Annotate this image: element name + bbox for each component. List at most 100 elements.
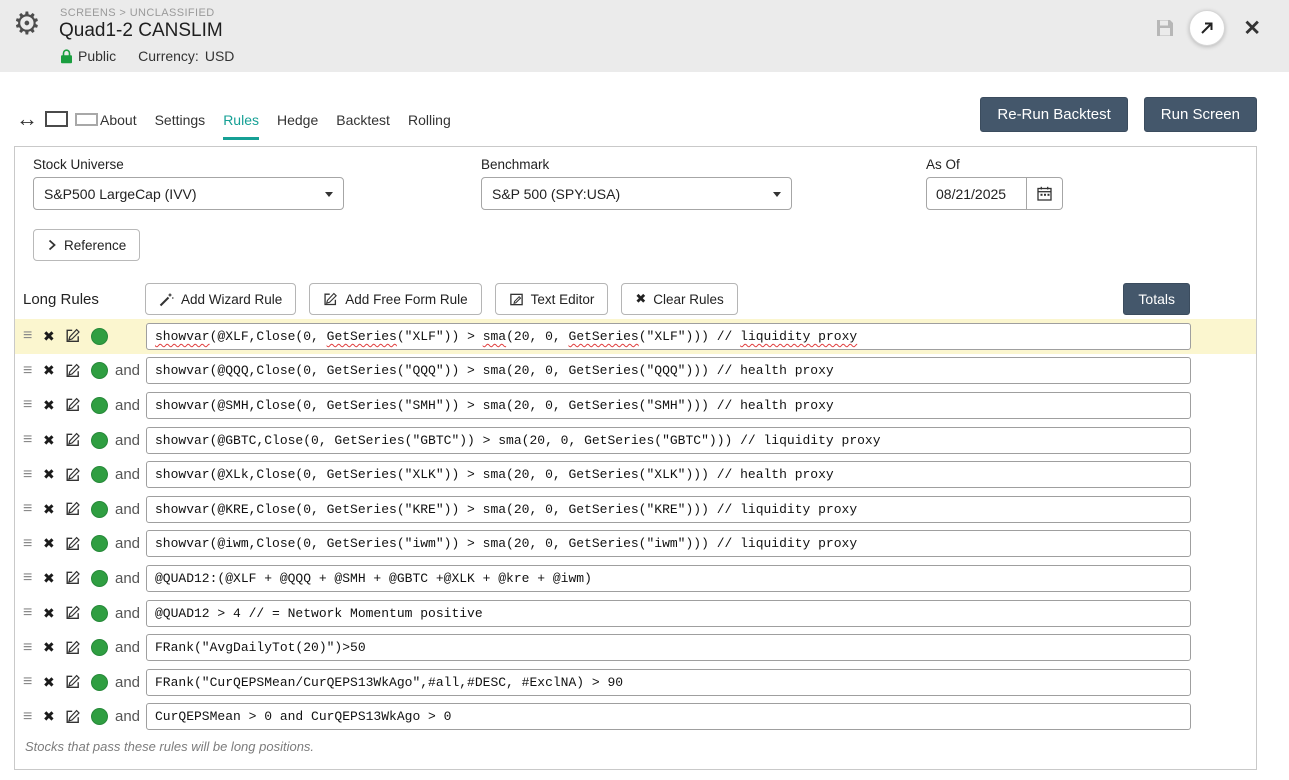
edit-rule-icon[interactable]: [65, 501, 91, 517]
delete-rule-icon[interactable]: ✖: [43, 535, 65, 552]
delete-rule-icon[interactable]: ✖: [43, 362, 65, 379]
delete-rule-icon[interactable]: ✖: [43, 466, 65, 483]
rule-input[interactable]: showvar(@SMH,Close(0, GetSeries("SMH")) …: [146, 391, 1191, 419]
tab-settings[interactable]: Settings: [155, 112, 206, 140]
open-external-button[interactable]: [1189, 10, 1226, 46]
rule-row: ≡ ✖ and @QUAD12 > 4 // = Network Momentum …: [15, 596, 1256, 631]
edit-rule-icon[interactable]: [65, 674, 91, 690]
currency-value: USD: [204, 48, 235, 64]
rule-enabled-toggle[interactable]: [91, 397, 115, 414]
run-screen-button[interactable]: Run Screen: [1143, 97, 1257, 132]
rule-input[interactable]: showvar(@XLF,Close(0, GetSeries("XLF")) …: [146, 322, 1191, 350]
rule-enabled-toggle[interactable]: [91, 362, 115, 379]
save-icon[interactable]: [1155, 18, 1175, 38]
rule-input[interactable]: showvar(@XLk,Close(0, GetSeries("XLK")) …: [146, 461, 1191, 489]
rule-input[interactable]: showvar(@iwm,Close(0, GetSeries("iwm")) …: [146, 530, 1191, 558]
as-of-date-input[interactable]: [926, 177, 1027, 210]
rule-enabled-toggle[interactable]: [91, 674, 115, 691]
calendar-button[interactable]: [1027, 177, 1063, 210]
rule-input[interactable]: @QUAD12 > 4 // = Network Momentum positi…: [146, 599, 1191, 627]
layout-narrow-icon[interactable]: [75, 112, 98, 126]
rerun-backtest-button[interactable]: Re-Run Backtest: [980, 97, 1128, 132]
tab-rolling[interactable]: Rolling: [408, 112, 451, 140]
rule-row: ≡ ✖ showvar(@XLF,Close(0, GetSeries("XLF"…: [15, 319, 1256, 354]
edit-rule-icon[interactable]: [65, 328, 91, 344]
tabs: About Settings Rules Hedge Backtest Rolling: [100, 112, 451, 140]
drag-handle-icon[interactable]: ≡: [23, 500, 43, 518]
delete-rule-icon[interactable]: ✖: [43, 674, 65, 691]
rule-connector-label: and: [115, 396, 141, 414]
lock-icon: [60, 48, 73, 64]
edit-rule-icon[interactable]: [65, 467, 91, 483]
delete-rule-icon[interactable]: ✖: [43, 397, 65, 414]
edit-rule-icon[interactable]: [65, 363, 91, 379]
clear-rules-button[interactable]: ✖ Clear Rules: [621, 283, 738, 315]
rule-row: ≡ ✖ and @QUAD12:(@XLF + @QQQ + @SMH + @GBT…: [15, 561, 1256, 596]
drag-handle-icon[interactable]: ≡: [23, 327, 43, 345]
rule-input[interactable]: CurQEPSMean > 0 and CurQEPS13WkAgo > 0: [146, 703, 1191, 731]
rule-enabled-toggle[interactable]: [91, 466, 115, 483]
rule-enabled-toggle[interactable]: [91, 432, 115, 449]
tab-about[interactable]: About: [100, 112, 137, 140]
delete-rule-icon[interactable]: ✖: [43, 328, 65, 345]
gear-icon[interactable]: ⚙: [13, 8, 41, 39]
rule-connector-label: and: [115, 673, 141, 691]
edit-rule-icon[interactable]: [65, 640, 91, 656]
edit-rule-icon[interactable]: [65, 432, 91, 448]
rule-input[interactable]: showvar(@GBTC,Close(0, GetSeries("GBTC")…: [146, 426, 1191, 454]
drag-handle-icon[interactable]: ≡: [23, 604, 43, 622]
drag-handle-icon[interactable]: ≡: [23, 639, 43, 657]
tab-rules[interactable]: Rules: [223, 112, 259, 140]
drag-handle-icon[interactable]: ≡: [23, 708, 43, 726]
edit-rule-icon[interactable]: [65, 397, 91, 413]
close-icon[interactable]: ✕: [1239, 14, 1265, 43]
edit-rule-icon[interactable]: [65, 570, 91, 586]
edit-rule-icon[interactable]: [65, 605, 91, 621]
rule-enabled-toggle[interactable]: [91, 708, 115, 725]
rule-enabled-toggle[interactable]: [91, 570, 115, 587]
benchmark-dropdown[interactable]: S&P 500 (SPY:USA): [481, 177, 792, 210]
rule-connector-label: and: [115, 466, 141, 484]
rule-enabled-toggle[interactable]: [91, 639, 115, 656]
rule-enabled-toggle[interactable]: [91, 535, 115, 552]
rule-enabled-toggle[interactable]: [91, 501, 115, 518]
rule-input[interactable]: @QUAD12:(@XLF + @QQQ + @SMH + @GBTC +@XL…: [146, 564, 1191, 592]
edit-rule-icon[interactable]: [65, 536, 91, 552]
delete-rule-icon[interactable]: ✖: [43, 432, 65, 449]
delete-rule-icon[interactable]: ✖: [43, 501, 65, 518]
rule-enabled-toggle[interactable]: [91, 605, 115, 622]
totals-button[interactable]: Totals: [1123, 283, 1190, 315]
drag-handle-icon[interactable]: ≡: [23, 673, 43, 691]
chevron-down-icon: [773, 191, 781, 201]
drag-handle-icon[interactable]: ≡: [23, 569, 43, 587]
text-editor-button[interactable]: Text Editor: [494, 283, 609, 315]
rule-input[interactable]: showvar(@KRE,Close(0, GetSeries("KRE")) …: [146, 495, 1191, 523]
drag-handle-icon[interactable]: ≡: [23, 431, 43, 449]
drag-handle-icon[interactable]: ≡: [23, 396, 43, 414]
edit-rule-icon[interactable]: [65, 709, 91, 725]
add-wizard-rule-button[interactable]: Add Wizard Rule: [145, 283, 297, 315]
add-freeform-rule-button[interactable]: Add Free Form Rule: [309, 283, 482, 315]
rule-row: ≡ ✖ and showvar(@QQQ,Close(0, GetSeries("Q…: [15, 354, 1256, 389]
rule-input[interactable]: showvar(@QQQ,Close(0, GetSeries("QQQ")) …: [146, 357, 1191, 385]
drag-handle-icon[interactable]: ≡: [23, 535, 43, 553]
clear-icon: ✖: [635, 291, 647, 306]
rule-input[interactable]: FRank("AvgDailyTot(20)")>50: [146, 634, 1191, 662]
rule-enabled-toggle[interactable]: [91, 328, 115, 345]
rule-row: ≡ ✖ and showvar(@iwm,Close(0, GetSeries("i…: [15, 527, 1256, 562]
resize-horizontal-icon[interactable]: ↔: [16, 108, 38, 130]
reference-button[interactable]: Reference: [33, 229, 141, 261]
chevron-down-icon: [325, 191, 333, 201]
drag-handle-icon[interactable]: ≡: [23, 362, 43, 380]
delete-rule-icon[interactable]: ✖: [43, 570, 65, 587]
stock-universe-dropdown[interactable]: S&P500 LargeCap (IVV): [33, 177, 344, 210]
tab-backtest[interactable]: Backtest: [336, 112, 390, 140]
rule-connector-label: and: [115, 639, 141, 657]
delete-rule-icon[interactable]: ✖: [43, 605, 65, 622]
delete-rule-icon[interactable]: ✖: [43, 708, 65, 725]
layout-wide-icon[interactable]: [45, 111, 68, 127]
rule-input[interactable]: FRank("CurQEPSMean/CurQEPS13WkAgo",#all,…: [146, 668, 1191, 696]
drag-handle-icon[interactable]: ≡: [23, 466, 43, 484]
tab-hedge[interactable]: Hedge: [277, 112, 318, 140]
delete-rule-icon[interactable]: ✖: [43, 639, 65, 656]
